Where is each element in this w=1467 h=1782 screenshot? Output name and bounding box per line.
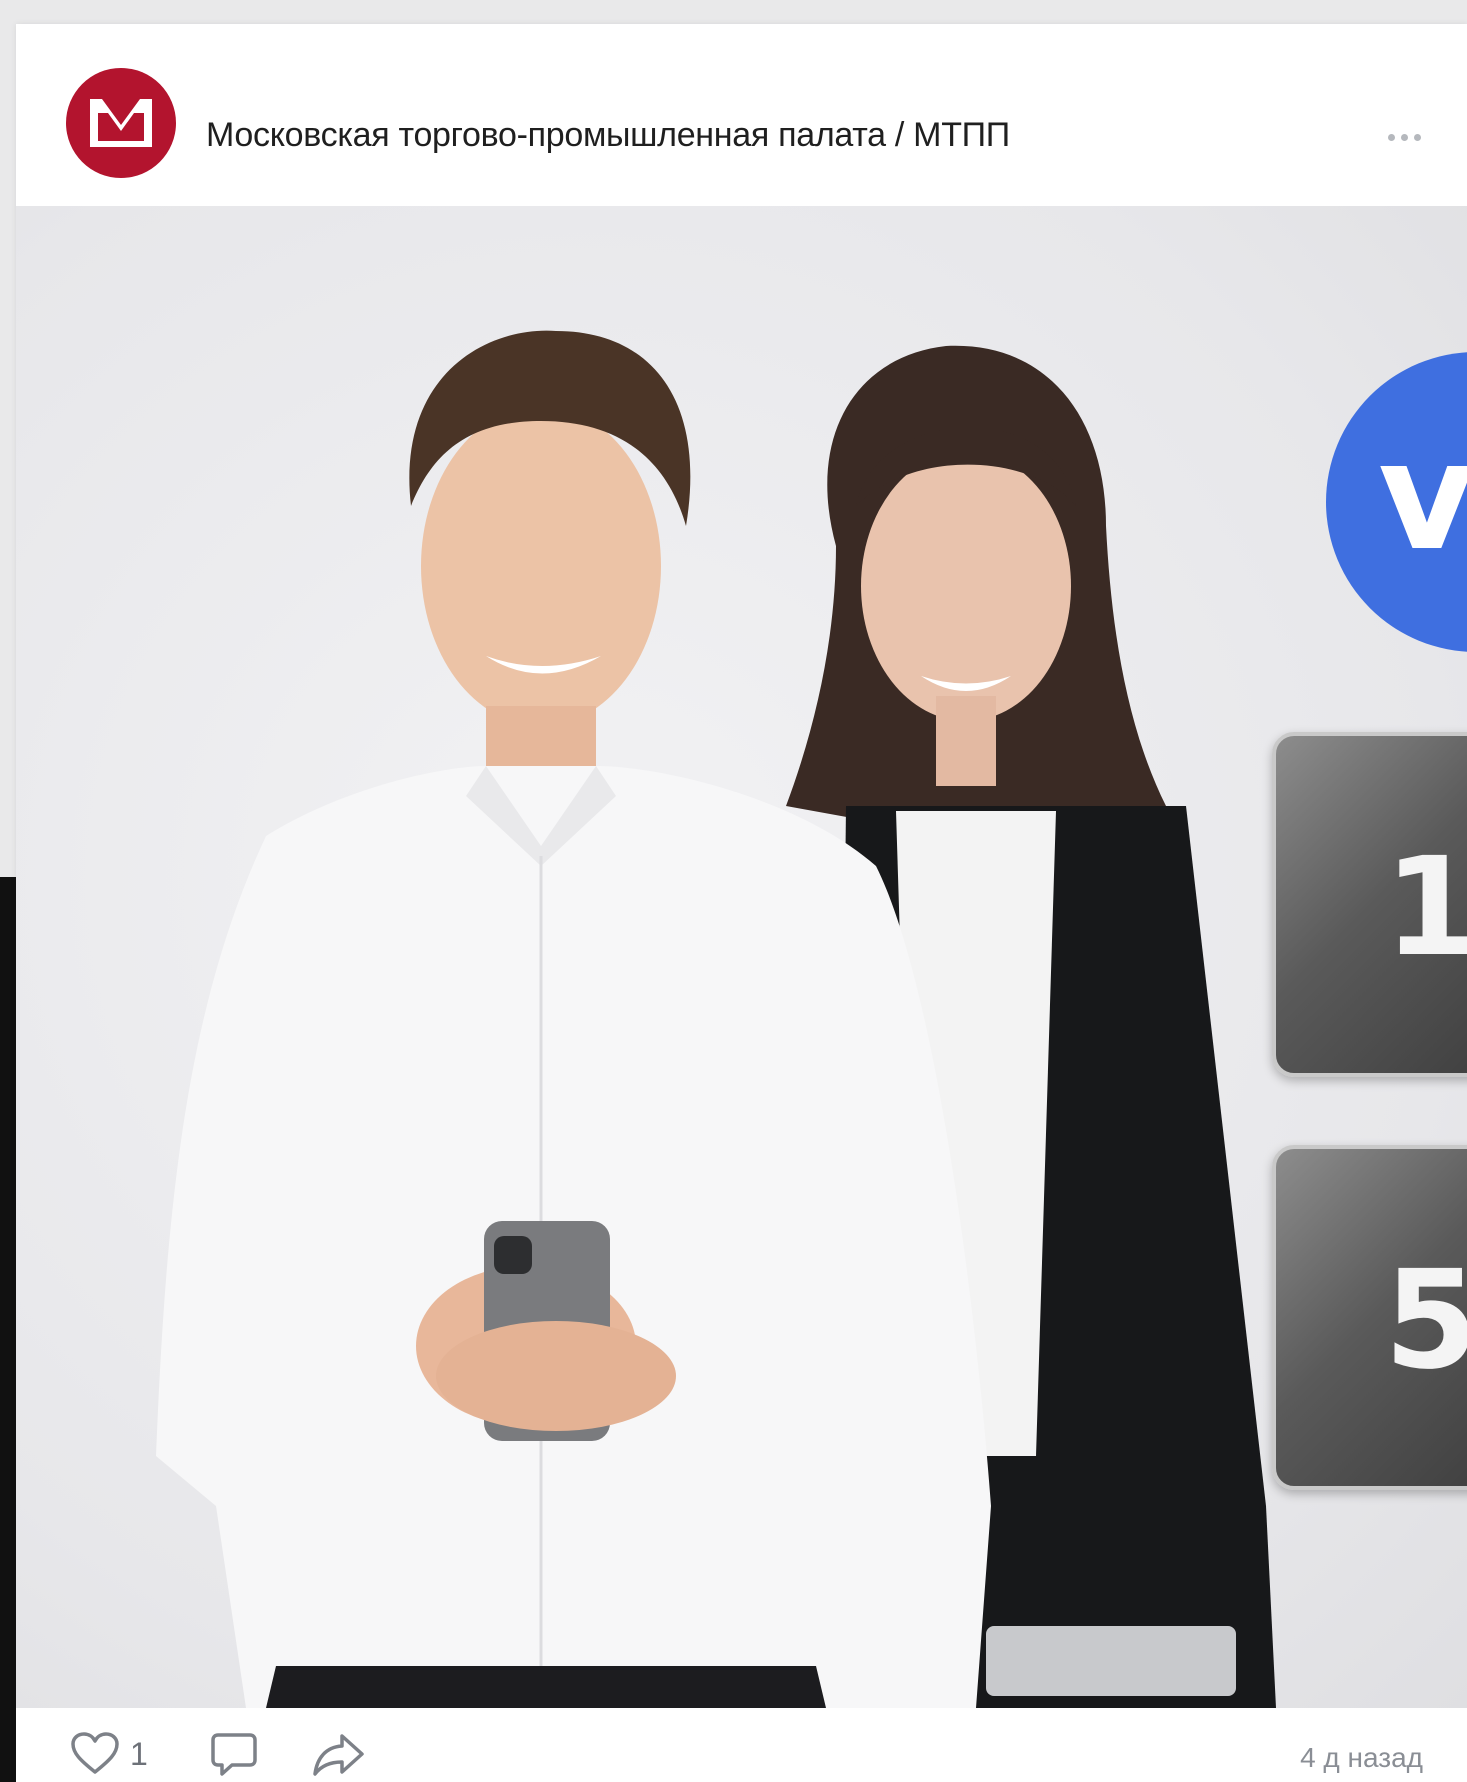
like-button[interactable]: 1 [70, 1732, 148, 1776]
post-footer: 1 4 д назад [16, 1708, 1467, 1782]
heart-icon [71, 1732, 119, 1774]
mtpp-logo-icon [90, 99, 152, 147]
post-card: Московская торгово-промышленная палата /… [16, 24, 1467, 1782]
stat-value: 5 [1384, 1242, 1467, 1400]
background-strip [0, 877, 16, 1782]
like-count: 1 [130, 1735, 148, 1772]
more-horizontal-icon [1387, 133, 1395, 141]
post-image[interactable]: v 1 5 [16, 206, 1467, 1708]
stat-value: 1 [1384, 829, 1467, 987]
group-avatar[interactable] [66, 68, 176, 178]
post-timestamp[interactable]: 4 д назад [1300, 1742, 1423, 1774]
post-header: Московская торгово-промышленная палата /… [16, 24, 1467, 206]
comment-button[interactable] [210, 1732, 258, 1778]
share-icon [313, 1734, 364, 1776]
comment-icon [211, 1733, 257, 1776]
stat-tile: 5 [1272, 1145, 1467, 1490]
group-name-link[interactable]: Московская торгово-промышленная палата /… [206, 116, 1010, 155]
share-button[interactable] [312, 1732, 366, 1778]
stat-tile: 1 [1272, 732, 1467, 1077]
more-options-button[interactable] [1374, 124, 1434, 150]
people-photo [156, 330, 1276, 1708]
